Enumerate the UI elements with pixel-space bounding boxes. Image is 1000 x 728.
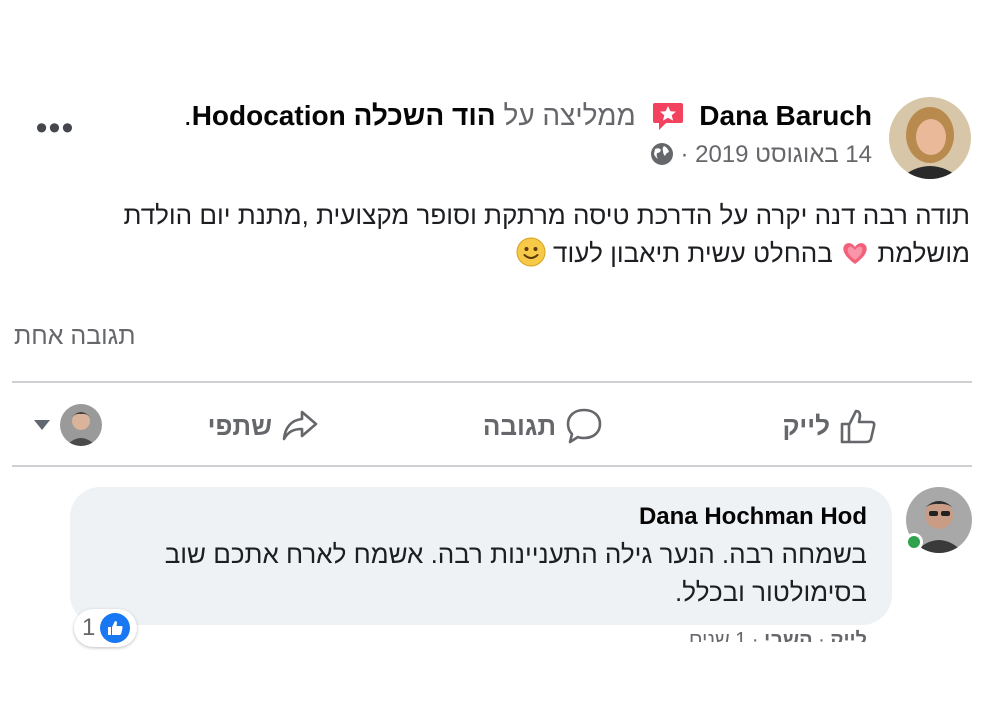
commenter-name[interactable]: Dana Hochman Hod [639, 503, 867, 531]
heart-emoji-icon [843, 243, 867, 265]
comment-text-line: בשמחה רבה. הנער גילה התעניינות רבה. אשמח… [164, 539, 867, 569]
like-button[interactable]: לייק [782, 398, 878, 454]
share-arrow-icon [282, 410, 318, 441]
author-name[interactable]: Dana Baruch [699, 100, 872, 131]
comment-text: בשמחה רבה. הנער גילה התעניינות רבה. אשמח… [87, 535, 867, 611]
post-header: Dana Baruch ממליצה על הוד השכלה Hodocati… [184, 96, 872, 136]
reaction-summary[interactable]: 1 [74, 609, 138, 647]
comment-reply-link[interactable]: השבי [764, 629, 812, 642]
comment-text-line: בסימולטור ובכלל. [674, 577, 867, 607]
post-meta: 14 באוגוסט 2019 · [650, 138, 872, 172]
recommendation-badge-icon [652, 102, 683, 130]
like-thumb-icon [840, 409, 876, 444]
divider [12, 381, 972, 383]
reaction-count: 1 [82, 614, 96, 641]
post-date[interactable]: 14 באוגוסט 2019 [695, 141, 872, 168]
share-button[interactable]: שתפי [208, 398, 320, 454]
comment-count-link[interactable]: תגובה אחת [14, 322, 136, 351]
comment-age[interactable]: 1 שנים [689, 629, 746, 642]
post-card: ••• Dana Baruch ממליצה על הוד השכלה Hodo… [0, 0, 1000, 728]
like-reaction-icon [100, 613, 131, 643]
divider [12, 465, 972, 467]
comment-button[interactable]: תגובה [483, 398, 604, 454]
post-text: תודה רבה דנה יקרה על הדרכת טיסה מרתקת וס… [20, 196, 970, 273]
post-text-line: תודה רבה דנה יקרה על הדרכת טיסה מרתקת וס… [123, 200, 970, 230]
like-label: לייק [782, 410, 830, 441]
smile-emoji-icon [516, 237, 546, 267]
share-label: שתפי [207, 410, 272, 441]
globe-icon [650, 142, 673, 165]
page-name-hebrew[interactable]: הוד השכלה [353, 100, 495, 131]
comment-label: תגובה [482, 410, 556, 441]
post-text-line: מושלמת בהחלט עשית תיאבון לעוד [20, 234, 970, 273]
author-avatar[interactable] [889, 97, 971, 179]
post-text-segment: מושלמת [877, 238, 970, 268]
comment-like-link[interactable]: לייק [830, 629, 867, 642]
audience-avatar[interactable] [60, 404, 102, 446]
comment-actions: לייק · השבי · 1 שנים [689, 628, 867, 642]
recommends-label: ממליצה על [503, 100, 636, 131]
more-options-icon[interactable]: ••• [30, 111, 80, 152]
trailing-dot: . [183, 100, 192, 131]
comment-bubble-icon [566, 408, 602, 444]
page-name-english[interactable]: Hodocation [192, 100, 346, 131]
online-status-dot [905, 533, 923, 551]
chevron-down-icon[interactable] [34, 420, 50, 430]
meta-separator: · [680, 141, 689, 168]
post-text-segment: בהחלט עשית תיאבון לעוד [553, 238, 833, 268]
